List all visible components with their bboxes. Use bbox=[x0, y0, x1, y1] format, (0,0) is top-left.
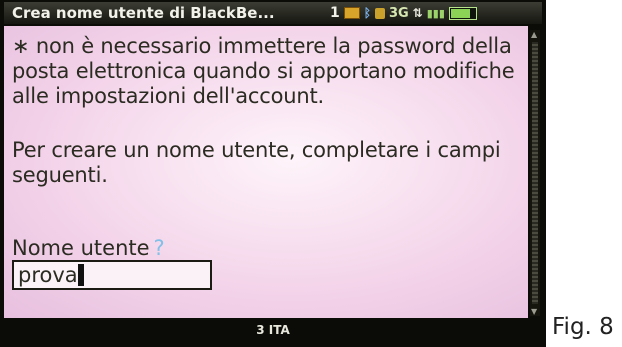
username-value: prova bbox=[18, 263, 78, 287]
data-arrows-icon: ⇅ bbox=[412, 6, 423, 20]
title-bar: Crea nome utente di BlackBe... 1 ᛒ 3G ⇅ … bbox=[4, 2, 542, 24]
scroll-down-icon: ▼ bbox=[531, 307, 538, 316]
text-cursor bbox=[77, 264, 84, 286]
battery-level bbox=[450, 8, 470, 18]
input-mode-indicator: 3 ITA bbox=[256, 323, 290, 337]
notification-count: 1 bbox=[330, 5, 340, 21]
help-icon[interactable]: ? bbox=[154, 236, 165, 260]
figure-caption: Fig. 8 bbox=[552, 314, 614, 340]
username-label: Nome utente bbox=[12, 236, 150, 260]
username-label-row: Nome utente? bbox=[12, 236, 165, 260]
password-note: ∗ non è necessario immettere la password… bbox=[12, 34, 515, 108]
scroll-up-icon: ▲ bbox=[531, 30, 538, 39]
status-icons: 1 ᛒ 3G ⇅ ▮▮▮ bbox=[330, 2, 477, 24]
username-input[interactable]: prova bbox=[12, 260, 212, 290]
device-screen: Crea nome utente di BlackBe... 1 ᛒ 3G ⇅ … bbox=[0, 0, 546, 347]
battery-icon bbox=[448, 6, 477, 20]
scroll-track bbox=[532, 42, 538, 304]
app-title: Crea nome utente di BlackBe... bbox=[12, 4, 275, 22]
email-icon bbox=[343, 7, 360, 19]
scrollbar[interactable]: ▲ ▼ bbox=[530, 30, 540, 316]
network-type: 3G bbox=[388, 5, 409, 21]
form-screen: ∗ non è necessario immettere la password… bbox=[4, 26, 528, 318]
bluetooth-icon: ᛒ bbox=[363, 6, 371, 20]
signal-icon: ▮▮▮ bbox=[426, 6, 445, 20]
bottom-bar: 3 ITA bbox=[0, 320, 546, 347]
instruction-text: Per creare un nome utente, completare i … bbox=[12, 138, 501, 187]
lock-icon bbox=[374, 7, 385, 19]
